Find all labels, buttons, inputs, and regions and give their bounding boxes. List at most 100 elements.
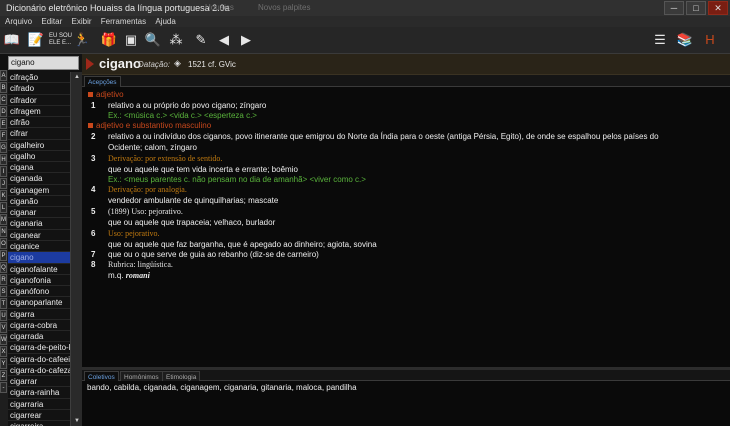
alphabet-letter[interactable]: I [0,166,7,177]
word-list-item[interactable]: cigarra-cobra [8,320,70,332]
word-list-item[interactable]: cifrão [8,117,70,129]
window-title: Dicionário eletrônico Houaiss da língua … [6,3,230,13]
alphabet-letter[interactable]: R [0,274,7,285]
back-icon[interactable]: ◀ [214,30,234,50]
pencil-icon[interactable]: ✎ [191,30,211,50]
word-list-item[interactable]: cigarrar [8,376,70,388]
forward-icon[interactable]: ▶ [236,30,256,50]
alphabet-letter[interactable]: M [0,214,7,225]
word-list-item[interactable]: cigarra-do-cafeza [8,365,70,377]
word-pane: cigano ABCDEFGHIJKLMNOPQRSTUVWXYZ- cifra… [0,54,82,426]
gift-icon[interactable]: 🎁 [99,30,119,50]
scroll-down-icon[interactable]: ▼ [72,416,82,426]
note-icon[interactable]: 📝 [26,30,46,50]
toolbar: 📖 📝 EU SOU ELE E... 🏃 🎁 ▣ 🔍 ⁂ ✎ ◀ ▶ ☰ 📚 … [0,27,730,54]
book-icon[interactable]: 📖 [2,30,22,50]
word-list-item[interactable]: cifrar [8,128,70,140]
ghost-tab: Novos palpites [258,3,311,12]
maximize-button[interactable]: □ [686,1,706,15]
word-list-item[interactable]: ciganice [8,241,70,253]
alphabet-letter[interactable]: S [0,286,7,297]
scroll-up-icon[interactable]: ▲ [72,72,82,82]
word-list-item[interactable]: ciganada [8,173,70,185]
alphabet-letter[interactable]: W [0,334,7,345]
word-list-item[interactable]: ciganofalante [8,264,70,275]
alphabet-letter[interactable]: Y [0,358,7,369]
menu-editar[interactable]: Editar [41,16,62,27]
dots-icon[interactable]: ⁂ [166,30,186,50]
word-list-item[interactable]: ciganoparlante [8,297,70,309]
alphabet-letter[interactable]: X [0,346,7,357]
cross-reference-link[interactable]: romani [126,271,150,280]
alphabet-letter[interactable]: L [0,202,7,213]
entry-tabs: Acepções [82,75,730,87]
word-list-item[interactable]: cifração [8,72,70,84]
alphabet-letter[interactable]: C [0,94,7,105]
menu-arquivo[interactable]: Arquivo [5,16,32,27]
tab-acepcoes[interactable]: Acepções [84,76,121,87]
list-view-icon[interactable]: ☰ [650,30,670,50]
word-list-item[interactable]: cigarrada [8,331,70,343]
alphabet-letter[interactable]: Z [0,370,7,381]
alphabet-letter[interactable]: Q [0,262,7,273]
alphabet-letter[interactable]: V [0,322,7,333]
word-list-item[interactable]: cigana [8,162,70,174]
word-list-item[interactable]: cigalheiro [8,140,70,151]
alphabet-letter[interactable]: D [0,106,7,117]
word-list-item[interactable]: ciganagem [8,185,70,196]
word-list-item[interactable]: cifrado [8,83,70,95]
word-list-item[interactable]: ciganão [8,196,70,208]
books-icon[interactable]: 📚 [675,30,695,50]
section-label: adjetivo e substantivo masculino [96,121,212,130]
word-list-item[interactable]: cigarra-de-peito-b [8,342,70,354]
word-list-item[interactable]: ciganear [8,230,70,241]
person-run-icon[interactable]: 🏃 [72,30,92,50]
word-list-item[interactable]: ciganaria [8,218,70,230]
word-list-item[interactable]: cigarra-rainha [8,387,70,399]
magnifier-icon[interactable]: 🔍 [143,30,163,50]
alphabet-letter[interactable]: P [0,250,7,261]
search-input[interactable]: cigano [8,56,79,70]
bullet-icon [88,123,93,129]
usage-label: Derivação: por extensão de sentido. [108,154,223,163]
word-list-item[interactable]: ciganofonia [8,275,70,287]
word-list-item[interactable]: cigalho [8,151,70,163]
word-list-item[interactable]: ciganar [8,207,70,219]
word-list-item[interactable]: cigarreira [8,421,70,426]
vocabulary-icon[interactable]: EU SOU ELE E... [49,30,72,50]
usage-label: Derivação: por analogia. [108,185,187,194]
alphabet-letter[interactable]: B [0,82,7,93]
usage-label: (1899) Uso: pejorativo. [108,207,183,216]
camera-icon[interactable]: ▣ [121,30,141,50]
alphabet-letter[interactable]: O [0,238,7,249]
word-list-item[interactable]: cigarra-do-cafeeir [8,354,70,365]
menu-ferramentas[interactable]: Ferramentas [101,16,146,27]
close-button[interactable]: ✕ [708,1,728,15]
alphabet-letter[interactable]: F [0,130,7,141]
alphabet-letter[interactable]: E [0,118,7,129]
word-list-scrollbar[interactable]: ▲ ▼ [70,72,82,426]
date-icon[interactable]: ◈ [174,58,181,69]
word-list[interactable]: cifração cifrado cifrador cifragem cifrão cif… [8,72,70,426]
alphabet-letter[interactable]: G [0,142,7,153]
definition-text: que ou o que serve de guia ao rebanho (d… [108,250,319,259]
word-list-item[interactable]: cigano [8,252,70,264]
alphabet-letter[interactable]: H [0,154,7,165]
word-list-item[interactable]: cigarrear [8,410,70,422]
alphabet-letter[interactable]: - [0,382,7,393]
word-list-item[interactable]: cifragem [8,106,70,118]
alphabet-letter[interactable]: J [0,178,7,189]
alphabet-letter[interactable]: A [0,70,7,81]
alphabet-letter[interactable]: T [0,298,7,309]
word-list-item[interactable]: cigarra [8,309,70,320]
collective-terms: bando, cabilda, ciganada, ciganagem, cig… [87,383,357,392]
alphabet-letter[interactable]: U [0,310,7,321]
alphabet-letter[interactable]: N [0,226,7,237]
alphabet-letter[interactable]: K [0,190,7,201]
minimize-button[interactable]: ─ [664,1,684,15]
menu-ajuda[interactable]: Ajuda [155,16,175,27]
menu-exibir[interactable]: Exibir [72,16,92,27]
word-list-item[interactable]: ciganófono [8,286,70,298]
word-list-item[interactable]: cigarraria [8,399,70,410]
word-list-item[interactable]: cifrador [8,95,70,106]
